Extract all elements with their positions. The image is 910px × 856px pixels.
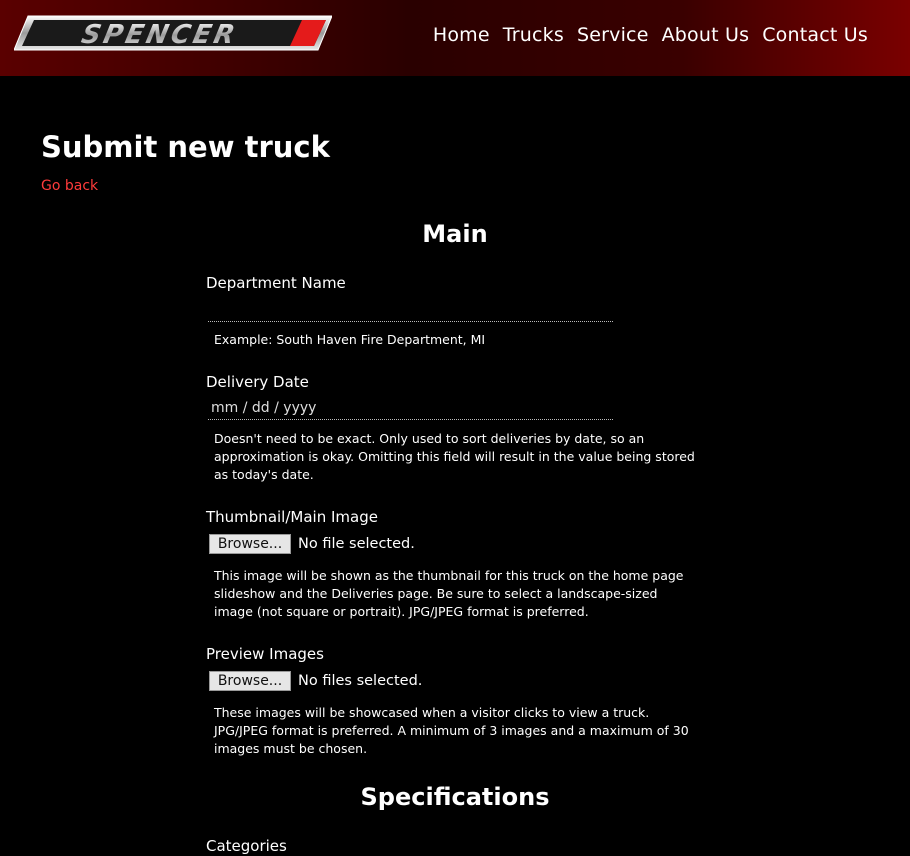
thumbnail-help: This image will be shown as the thumbnai…	[214, 568, 684, 619]
thumbnail-file-status: No file selected.	[298, 536, 415, 552]
spencer-logo[interactable]: SPENCER	[14, 14, 332, 52]
nav-contact-us[interactable]: Contact Us	[762, 24, 868, 46]
delivery-date-label: Delivery Date	[206, 373, 309, 391]
thumbnail-browse-button[interactable]: Browse...	[209, 534, 291, 554]
page-title: Submit new truck	[41, 130, 330, 164]
preview-images-label: Preview Images	[206, 645, 324, 663]
go-back-link[interactable]: Go back	[41, 178, 98, 194]
svg-text:SPENCER: SPENCER	[79, 20, 240, 50]
delivery-date-input[interactable]	[208, 397, 613, 420]
nav-home[interactable]: Home	[433, 24, 490, 46]
page: SPENCER Home Trucks Service About Us Con…	[0, 0, 910, 856]
nav-trucks[interactable]: Trucks	[503, 24, 564, 46]
delivery-date-help: Doesn't need to be exact. Only used to s…	[214, 431, 695, 482]
categories-label: Categories	[206, 837, 287, 855]
section-title-specifications: Specifications	[360, 783, 550, 811]
thumbnail-label: Thumbnail/Main Image	[206, 508, 378, 526]
site-header: SPENCER Home Trucks Service About Us Con…	[0, 0, 910, 76]
preview-images-file-status: No files selected.	[298, 673, 423, 689]
nav-about-us[interactable]: About Us	[662, 24, 750, 46]
main-nav: Home Trucks Service About Us Contact Us	[433, 24, 868, 46]
department-name-input[interactable]	[208, 299, 613, 322]
preview-images-browse-button[interactable]: Browse...	[209, 671, 291, 691]
thumbnail-file-input: Browse... No file selected.	[209, 534, 415, 554]
preview-images-file-input: Browse... No files selected.	[209, 671, 422, 691]
section-title-main: Main	[422, 220, 488, 248]
department-name-label: Department Name	[206, 274, 346, 292]
department-name-help: Example: South Haven Fire Department, MI	[214, 332, 486, 347]
nav-service[interactable]: Service	[577, 24, 649, 46]
preview-images-help: These images will be showcased when a vi…	[214, 705, 689, 756]
